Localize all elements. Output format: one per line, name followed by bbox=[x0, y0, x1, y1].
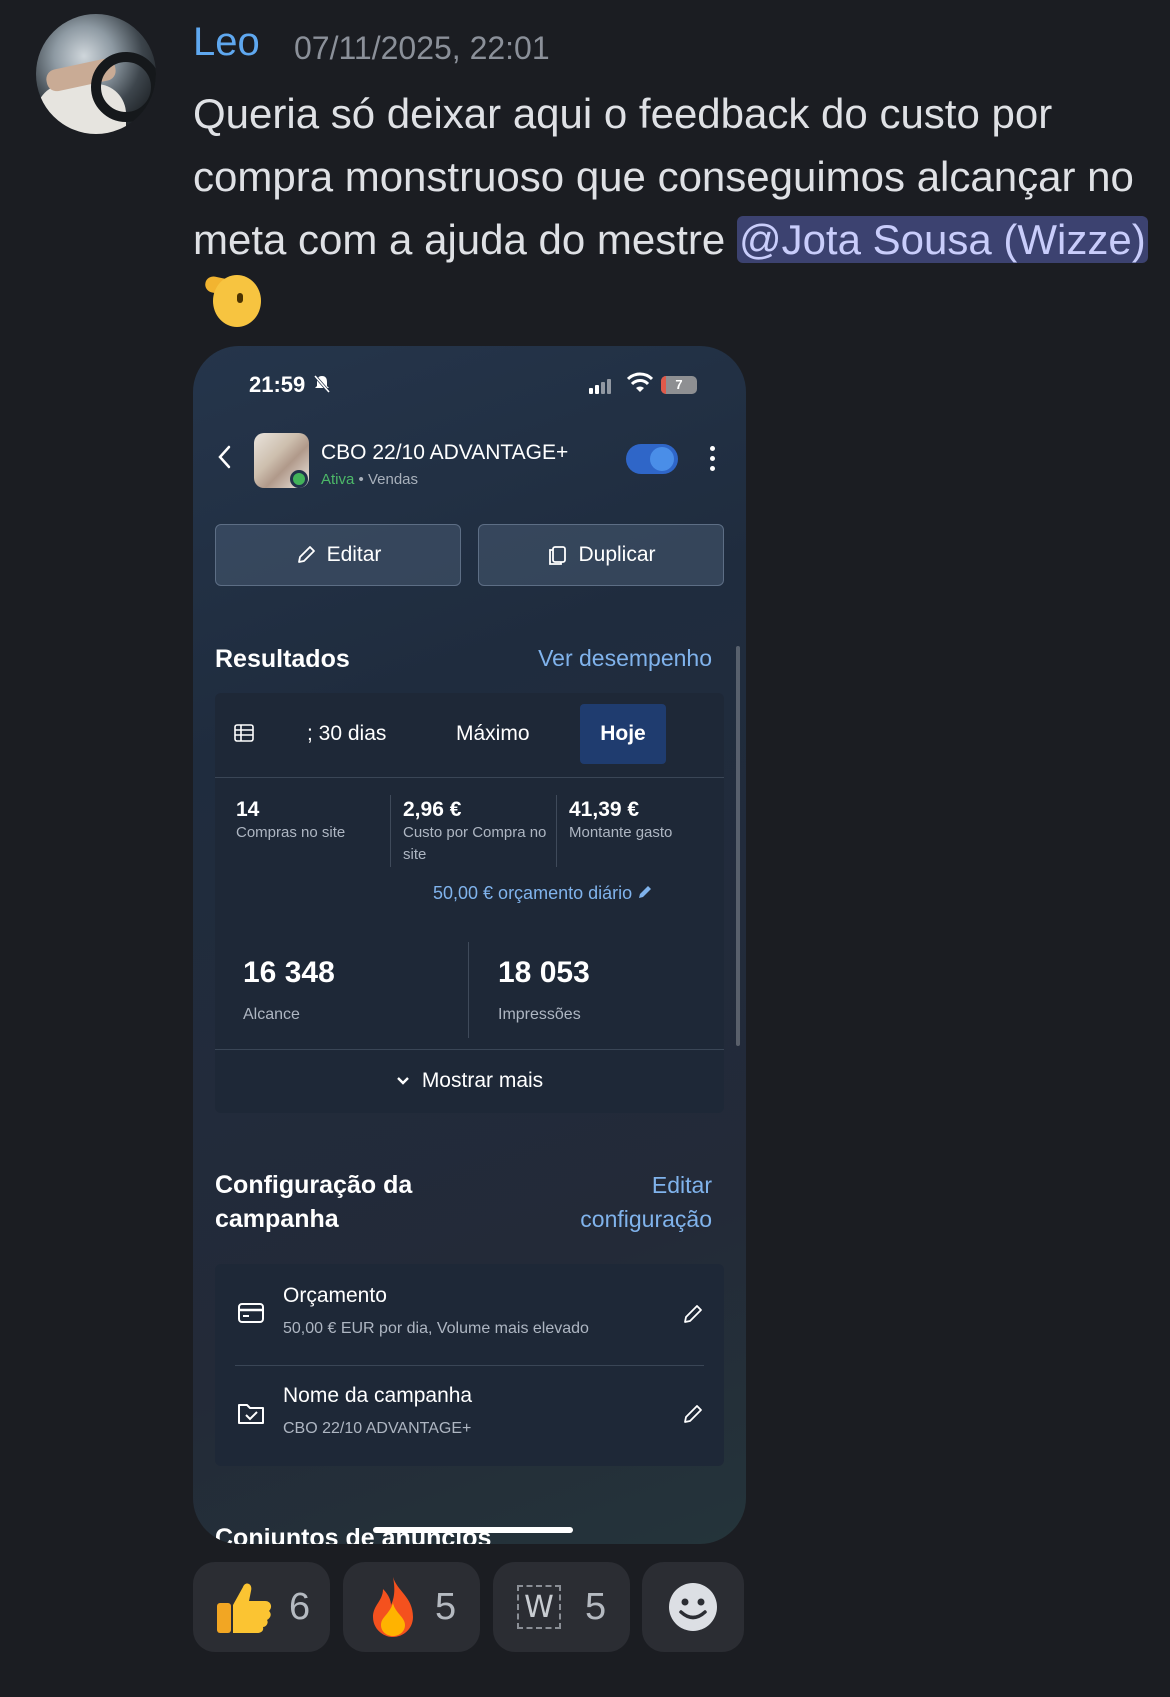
duplicate-icon bbox=[549, 546, 567, 565]
config-item-title: Nome da campanha bbox=[283, 1384, 473, 1407]
reaction-thumbs-up[interactable]: 6 bbox=[193, 1562, 330, 1652]
edit-config-link[interactable]: Editar configuração bbox=[532, 1168, 712, 1236]
add-reaction-button[interactable] bbox=[642, 1562, 744, 1652]
show-more-label: Mostrar mais bbox=[421, 1069, 544, 1092]
tab-maximo[interactable]: Máximo bbox=[456, 722, 530, 746]
credit-card-icon bbox=[238, 1303, 264, 1323]
reaction-count: 5 bbox=[435, 1585, 457, 1628]
impressions-label: Impressões bbox=[498, 1006, 581, 1023]
active-status-dot bbox=[290, 470, 308, 488]
pencil-icon[interactable] bbox=[681, 1402, 705, 1426]
impressions-metric: 18 053 Impressões bbox=[498, 956, 590, 1026]
reach-value: 16 348 bbox=[243, 956, 335, 989]
message-text: Queria só deixar aqui o feedback do cust… bbox=[193, 82, 1153, 334]
card-divider bbox=[215, 1049, 724, 1050]
campaign-status: Ativa bbox=[321, 471, 355, 488]
subtitle-separator: • bbox=[358, 471, 364, 488]
folder-check-icon bbox=[238, 1404, 264, 1424]
tab-hoje[interactable]: Hoje bbox=[580, 704, 666, 764]
metric-separator bbox=[556, 795, 557, 867]
saluting-face-icon bbox=[203, 275, 261, 327]
campaign-objective: Vendas bbox=[367, 471, 419, 488]
tab-30-dias[interactable]: ; 30 dias bbox=[307, 722, 386, 746]
daily-budget-text: 50,00 € orçamento diário bbox=[433, 883, 633, 903]
pencil-icon bbox=[297, 546, 315, 563]
config-item-campaign-name[interactable]: Nome da campanha CBO 22/10 ADVANTAGE+ bbox=[215, 1366, 724, 1466]
show-more-button[interactable]: Mostrar mais bbox=[215, 1051, 724, 1111]
fire-icon bbox=[373, 1577, 413, 1637]
campaign-active-toggle[interactable] bbox=[626, 444, 678, 474]
status-time: 21:59 bbox=[249, 372, 306, 397]
reaction-w-emote[interactable]: W 5 bbox=[493, 1562, 630, 1652]
edit-button-label: Editar bbox=[326, 543, 382, 566]
pencil-icon[interactable] bbox=[681, 1302, 705, 1326]
view-performance-link[interactable]: Ver desempenho bbox=[538, 645, 712, 672]
reaction-count: 5 bbox=[585, 1585, 607, 1628]
back-chevron-icon[interactable] bbox=[213, 442, 237, 472]
reaction-count: 6 bbox=[289, 1585, 311, 1628]
metric-purchases: 14 Compras no site bbox=[236, 798, 386, 844]
metric-separator bbox=[390, 795, 391, 867]
user-mention[interactable]: @Jota Sousa (Wizze) bbox=[736, 216, 1148, 263]
metric-label: Compras no site bbox=[236, 824, 346, 841]
campaign-subtitle: Ativa • Vendas bbox=[321, 471, 418, 488]
card-divider bbox=[215, 777, 724, 778]
campaign-name: CBO 22/10 ADVANTAGE+ bbox=[321, 441, 569, 464]
pencil-icon bbox=[639, 886, 652, 898]
w-emote-icon: W bbox=[517, 1585, 561, 1629]
config-title: Configuração da campanha bbox=[215, 1171, 413, 1233]
config-item-subtitle: 50,00 € EUR por dia, Volume mais elevado bbox=[283, 1320, 589, 1337]
edit-button[interactable]: Editar bbox=[215, 524, 461, 586]
metric-label: Montante gasto bbox=[569, 824, 673, 841]
home-indicator bbox=[373, 1527, 573, 1533]
daily-budget-link[interactable]: 50,00 € orçamento diário bbox=[433, 883, 653, 904]
reaction-fire[interactable]: 5 bbox=[343, 1562, 480, 1652]
metric-value: 41,39 € bbox=[569, 798, 640, 821]
reach-metric: 16 348 Alcance bbox=[243, 956, 335, 1026]
chevron-down-icon bbox=[396, 1077, 409, 1085]
metric-cost-per-purchase: 2,96 € Custo por Compra no site bbox=[403, 798, 553, 866]
user-avatar[interactable] bbox=[36, 14, 156, 134]
bell-muted-icon bbox=[313, 375, 331, 393]
reach-label: Alcance bbox=[243, 1006, 300, 1023]
message-timestamp: 07/11/2025, 22:01 bbox=[294, 30, 550, 66]
wifi-icon bbox=[627, 372, 653, 392]
impressions-value: 18 053 bbox=[498, 956, 590, 989]
metric-value: 2,96 € bbox=[403, 798, 462, 821]
metric-amount-spent: 41,39 € Montante gasto bbox=[569, 798, 719, 844]
config-item-subtitle: CBO 22/10 ADVANTAGE+ bbox=[283, 1420, 472, 1437]
config-item-budget[interactable]: Orçamento 50,00 € EUR por dia, Volume ma… bbox=[215, 1264, 724, 1364]
table-icon[interactable] bbox=[233, 722, 255, 744]
duplicate-button-label: Duplicar bbox=[578, 543, 656, 566]
thumbs-up-icon bbox=[217, 1583, 272, 1633]
cellular-signal-icon bbox=[589, 376, 613, 394]
metric-value: 14 bbox=[236, 798, 260, 821]
results-title: Resultados bbox=[215, 645, 350, 673]
more-options-icon[interactable] bbox=[710, 446, 716, 472]
scrollbar[interactable] bbox=[736, 646, 740, 1046]
duplicate-button[interactable]: Duplicar bbox=[478, 524, 724, 586]
username[interactable]: Leo bbox=[193, 20, 260, 65]
smiley-add-reaction-icon bbox=[669, 1583, 717, 1631]
metric-label: Custo por Compra no site bbox=[403, 824, 547, 863]
avatar-steering-wheel-shape bbox=[91, 52, 156, 122]
metric-separator bbox=[468, 942, 469, 1038]
battery-indicator: 7 bbox=[661, 376, 697, 394]
screenshot-attachment[interactable]: 21:59 7 CBO 22/10 ADVANTAGE+ Ativa • Ven… bbox=[193, 346, 746, 1544]
config-item-title: Orçamento bbox=[283, 1284, 387, 1307]
